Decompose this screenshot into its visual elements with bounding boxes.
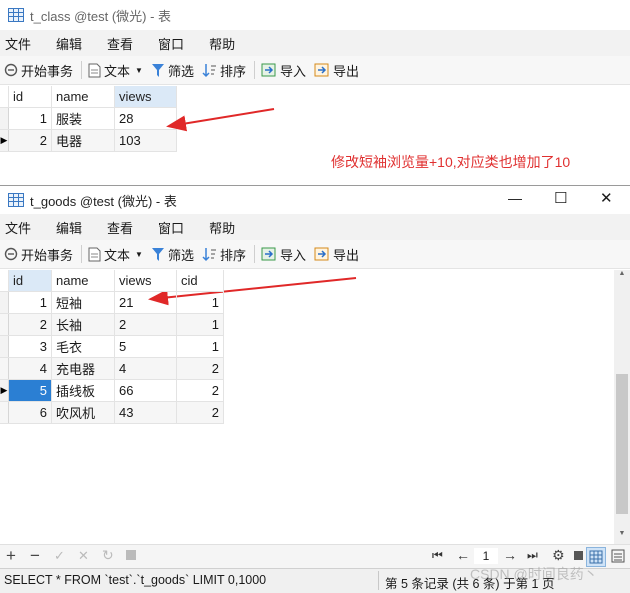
scroll-up-arrow[interactable]: ▲ xyxy=(614,270,630,284)
column-header-cid[interactable]: cid xyxy=(176,270,224,292)
table-header-row: id name views cid xyxy=(0,270,224,292)
page-number-input[interactable]: 1 xyxy=(474,548,498,564)
text-button[interactable]: 文本 ▼ xyxy=(88,245,143,264)
form-icon xyxy=(611,549,625,563)
cell-views[interactable]: 4 xyxy=(114,357,177,380)
cell-id[interactable]: 3 xyxy=(8,335,52,358)
minimize-button[interactable]: — xyxy=(508,190,522,206)
cell-name[interactable]: 插线板 xyxy=(51,379,115,402)
cell-name[interactable]: 吹风机 xyxy=(51,401,115,424)
cell-views[interactable]: 21 xyxy=(114,291,177,314)
menu-view[interactable]: 查看 xyxy=(107,218,133,237)
cell-name[interactable]: 充电器 xyxy=(51,357,115,380)
cell-id[interactable]: 1 xyxy=(8,291,52,314)
cell-cid[interactable]: 2 xyxy=(176,379,224,402)
menu-window[interactable]: 窗口 xyxy=(158,218,184,237)
filter-icon xyxy=(151,247,164,261)
next-page-button[interactable]: → xyxy=(503,547,517,563)
transaction-icon xyxy=(4,247,18,261)
column-header-name[interactable]: name xyxy=(51,270,115,292)
row-selector[interactable]: ▶ xyxy=(0,379,9,402)
menu-bar: 文件 编辑 查看 窗口 帮助 xyxy=(0,214,630,240)
import-button[interactable]: 导入 xyxy=(261,245,306,264)
cell-views[interactable]: 5 xyxy=(114,335,177,358)
toolbar-separator xyxy=(81,245,83,263)
table-row[interactable]: 4 充电器 4 2 xyxy=(0,357,224,380)
gear-icon[interactable]: ⚙ xyxy=(552,547,565,564)
table-icon xyxy=(8,193,24,207)
import-icon xyxy=(261,247,276,260)
stop-square-icon[interactable] xyxy=(574,551,583,560)
arrow-to-views-cell xyxy=(166,108,275,132)
filter-button[interactable]: 筛选 xyxy=(151,245,194,264)
cell-cid[interactable]: 1 xyxy=(176,291,224,314)
table-row-selected[interactable]: ▶ 5 插线板 66 2 xyxy=(0,379,224,402)
window-title: t_goods @test (微光) - 表 xyxy=(30,193,177,209)
cell-views[interactable]: 43 xyxy=(114,401,177,424)
sort-icon xyxy=(202,247,216,261)
apply-check-button[interactable]: ✓ xyxy=(54,548,65,564)
cell-id[interactable]: 4 xyxy=(8,357,52,380)
document-icon xyxy=(88,247,101,261)
last-page-button[interactable]: ⏭ xyxy=(527,548,538,563)
table-row[interactable]: 2 长袖 2 1 xyxy=(0,313,224,336)
cell-views[interactable]: 2 xyxy=(114,313,177,336)
toolbar-separator xyxy=(253,245,255,263)
cell-id[interactable]: 5 xyxy=(8,379,52,402)
vertical-scrollbar[interactable]: ▲ ▼ xyxy=(614,270,630,544)
form-view-button[interactable] xyxy=(610,548,626,567)
table-row[interactable]: 1 短袖 21 1 xyxy=(0,291,224,314)
status-sql: SELECT * FROM `test`.`t_goods` LIMIT 0,1… xyxy=(4,573,267,587)
row-selector[interactable] xyxy=(0,335,9,358)
begin-transaction-button[interactable]: 开始事务 xyxy=(4,245,73,264)
table-row[interactable]: 6 吹风机 43 2 xyxy=(0,401,224,424)
export-button[interactable]: 导出 xyxy=(314,245,359,264)
cell-id[interactable]: 2 xyxy=(8,313,52,336)
cell-name[interactable]: 短袖 xyxy=(51,291,115,314)
cell-cid[interactable]: 2 xyxy=(176,357,224,380)
sort-button[interactable]: 排序 xyxy=(202,245,246,264)
chevron-down-icon: ▼ xyxy=(135,249,143,259)
cell-id[interactable]: 6 xyxy=(8,401,52,424)
menu-file[interactable]: 文件 xyxy=(5,218,31,237)
goods-table: id name views cid 1 短袖 21 1 2 长袖 2 1 3 毛… xyxy=(0,270,224,424)
prev-page-button[interactable]: ← xyxy=(456,547,470,563)
scroll-down-arrow[interactable]: ▼ xyxy=(614,530,630,544)
row-selector[interactable] xyxy=(0,291,9,314)
window-title-bar: t_goods @test (微光) - 表 xyxy=(0,186,630,214)
column-header-views[interactable]: views xyxy=(114,270,177,292)
stop-icon[interactable] xyxy=(126,550,136,560)
table-row[interactable]: 3 毛衣 5 1 xyxy=(0,335,224,358)
cell-name[interactable]: 毛衣 xyxy=(51,335,115,358)
toolbar: 开始事务 文本 ▼ 筛选 排序 导入 导出 xyxy=(0,240,630,269)
add-record-button[interactable]: + xyxy=(6,546,16,566)
column-header-id[interactable]: id xyxy=(8,270,52,292)
status-divider xyxy=(378,571,379,590)
refresh-icon[interactable]: ↻ xyxy=(102,547,114,564)
first-page-button[interactable]: ⏮ xyxy=(432,548,443,563)
export-icon xyxy=(314,247,329,260)
cell-cid[interactable]: 1 xyxy=(176,335,224,358)
menu-edit[interactable]: 编辑 xyxy=(56,218,82,237)
row-selector[interactable] xyxy=(0,357,9,380)
bottom-window: t_goods @test (微光) - 表 — ☐ ✕ 文件 编辑 查看 窗口… xyxy=(0,185,630,593)
row-selector[interactable] xyxy=(0,313,9,336)
cell-name[interactable]: 长袖 xyxy=(51,313,115,336)
cell-cid[interactable]: 1 xyxy=(176,313,224,336)
cell-views[interactable]: 66 xyxy=(114,379,177,402)
close-button[interactable]: ✕ xyxy=(600,189,613,207)
maximize-button[interactable]: ☐ xyxy=(554,189,567,207)
row-selector[interactable] xyxy=(0,401,9,424)
watermark: CSDN @时间良药丶 xyxy=(470,566,598,582)
discard-button[interactable]: ✕ xyxy=(78,548,89,564)
cell-cid[interactable]: 2 xyxy=(176,401,224,424)
menu-help[interactable]: 帮助 xyxy=(209,218,235,237)
delete-record-button[interactable]: − xyxy=(30,546,40,566)
scrollbar-thumb[interactable] xyxy=(616,374,628,514)
